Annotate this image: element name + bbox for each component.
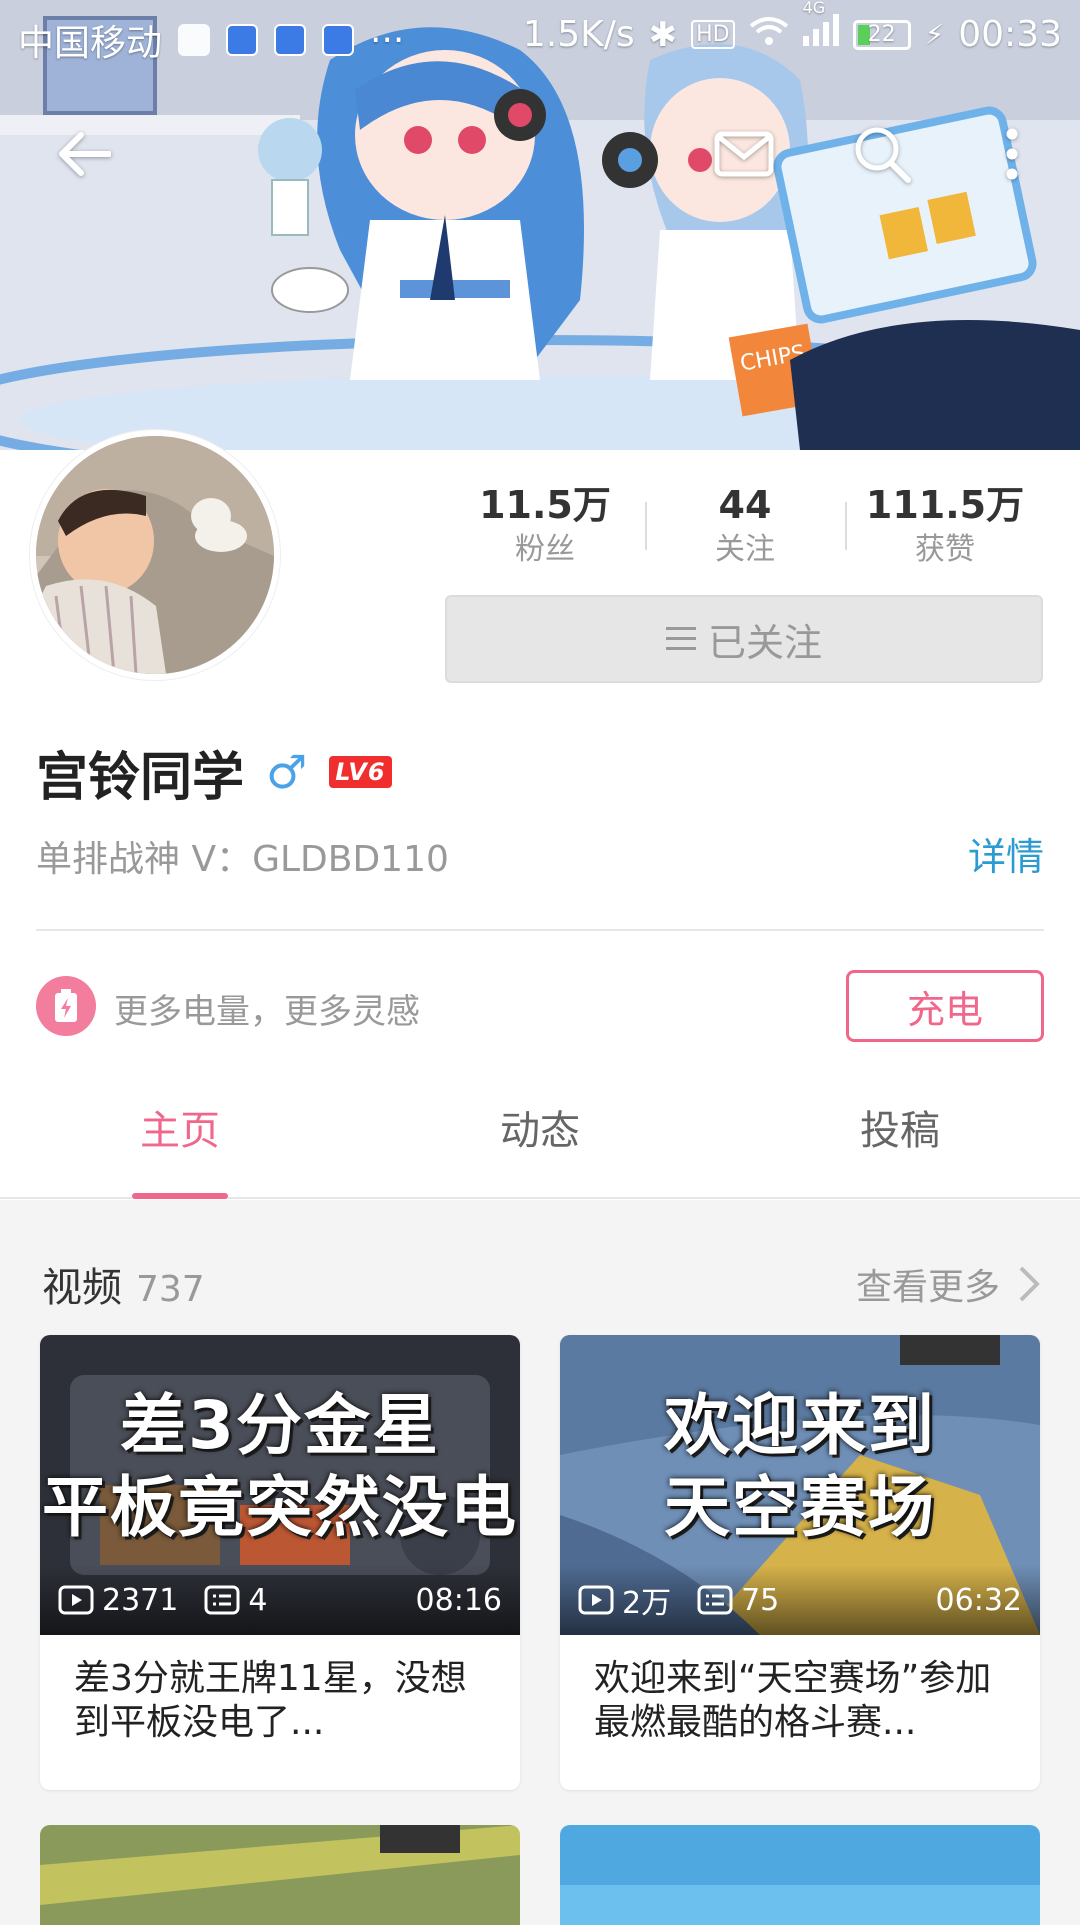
clock: 00:33 xyxy=(958,14,1062,55)
user-signature: 单排战神 V：GLDBD110 xyxy=(36,839,449,880)
charge-row: 更多电量，更多灵感 充电 xyxy=(36,970,1044,1042)
followed-button[interactable]: 已关注 xyxy=(445,595,1043,683)
battery-icon: 22 xyxy=(852,19,911,50)
following-count: 44 xyxy=(718,483,772,527)
profile-tabs: 主页 动态 投稿 xyxy=(0,1072,1080,1199)
thumbnail-caption: 欢迎来到 天空赛场 xyxy=(560,1385,1040,1549)
video-title: 欢迎来到“天空赛场”参加最燃最酷的格斗赛... xyxy=(594,1658,992,1743)
danmaku-count: 4 xyxy=(248,1582,268,1618)
thumbnail-caption-line2: 天空赛场 xyxy=(664,1469,936,1546)
followed-label: 已关注 xyxy=(707,620,822,665)
battery-level: 22 xyxy=(867,22,896,47)
videos-section-header: 视频 737 xyxy=(42,1255,205,1313)
menu-lines-icon xyxy=(665,627,696,650)
thumbnail-caption-line2: 平板竟突然没电 xyxy=(42,1469,518,1546)
mail-icon xyxy=(714,131,774,177)
divider xyxy=(36,929,1044,931)
danmaku-icon xyxy=(697,1585,733,1615)
tab-home[interactable]: 主页 xyxy=(0,1072,360,1199)
charge-text: 更多电量，更多灵感 xyxy=(114,992,420,1032)
search-button[interactable] xyxy=(846,118,918,190)
more-notifications-icon: ··· xyxy=(370,19,405,61)
more-options-button[interactable] xyxy=(976,118,1048,190)
avatar-photo xyxy=(36,436,274,674)
view-more-link[interactable]: 查看更多 xyxy=(856,1258,1040,1310)
play-count-icon xyxy=(578,1585,614,1615)
videos-title: 视频 xyxy=(42,1265,122,1311)
videos-count: 737 xyxy=(136,1269,205,1310)
video-duration: 06:32 xyxy=(935,1582,1022,1618)
thumbnail-caption: 差3分金星 平板竟突然没电 xyxy=(40,1385,520,1549)
followers-label: 粉丝 xyxy=(515,532,575,567)
message-button[interactable] xyxy=(708,118,780,190)
play-count-icon xyxy=(58,1585,94,1615)
battery-charge-icon xyxy=(36,976,96,1036)
view-more-label: 查看更多 xyxy=(855,1267,1000,1308)
more-vertical-icon xyxy=(1006,128,1018,180)
video-card-partial[interactable] xyxy=(560,1825,1040,1925)
likes-stat[interactable]: 111.5万 获赞 xyxy=(845,480,1045,580)
detail-link[interactable]: 详情 xyxy=(968,826,1044,881)
likes-label: 获赞 xyxy=(915,532,975,567)
app-notification-icon xyxy=(226,24,259,56)
bluetooth-icon: ✱ xyxy=(648,14,678,55)
danmaku-icon xyxy=(204,1585,240,1615)
followers-count: 11.5万 xyxy=(479,483,611,527)
danmaku-count: 75 xyxy=(741,1582,780,1618)
profile-banner: CHIPS 中国移动 ··· 1.5K/s ✱ HD 4G 22 ⚡ 00:33 xyxy=(0,0,1080,450)
video-card-partial[interactable] xyxy=(40,1825,520,1925)
profile-section: 11.5万 粉丝 44 关注 111.5万 获赞 已关注 宫铃同学 ♂ LV6 … xyxy=(0,430,1080,1200)
video-thumbnail: 差3分金星 平板竟突然没电 2371 4 08:16 xyxy=(40,1335,520,1635)
username: 宫铃同学 xyxy=(36,747,245,808)
tab-dynamics[interactable]: 动态 xyxy=(360,1072,720,1197)
play-count: 2万 xyxy=(622,1586,672,1621)
signal-icon: 4G xyxy=(802,0,839,55)
charge-button[interactable]: 充电 xyxy=(846,970,1044,1042)
hd-icon: HD xyxy=(691,20,735,49)
video-title: 差3分就王牌11星，没想到平板没电了... xyxy=(74,1658,467,1743)
name-row: 宫铃同学 ♂ LV6 xyxy=(36,732,392,812)
play-count: 2371 xyxy=(102,1582,179,1618)
thumbnail-caption-line1: 差3分金星 xyxy=(120,1387,440,1464)
top-nav xyxy=(0,118,1080,190)
video-card[interactable]: 差3分金星 平板竟突然没电 2371 4 08:16 差3分就王牌11星，没想到… xyxy=(40,1335,520,1790)
status-bar: 中国移动 ··· 1.5K/s ✱ HD 4G 22 ⚡ 00:33 xyxy=(0,0,1080,74)
followers-stat[interactable]: 11.5万 粉丝 xyxy=(445,480,645,580)
chevron-right-icon xyxy=(1019,1266,1040,1302)
following-stat[interactable]: 44 关注 xyxy=(645,480,845,580)
video-thumbnail: 欢迎来到 天空赛场 2万 75 06:32 xyxy=(560,1335,1040,1635)
video-meta-bar: 2371 4 08:16 xyxy=(40,1565,520,1635)
wifi-icon xyxy=(749,14,789,55)
tab-submissions[interactable]: 投稿 xyxy=(720,1072,1080,1197)
carrier-label: 中国移动 xyxy=(18,23,163,64)
charging-icon: ⚡ xyxy=(924,18,945,51)
male-gender-icon: ♂ xyxy=(266,745,308,799)
avatar[interactable] xyxy=(30,430,280,680)
back-arrow-icon xyxy=(59,132,111,176)
following-label: 关注 xyxy=(715,532,775,567)
likes-count: 111.5万 xyxy=(865,483,1025,527)
thumbnail-caption-line1: 欢迎来到 xyxy=(664,1387,936,1464)
video-card[interactable]: 欢迎来到 天空赛场 2万 75 06:32 欢迎来到“天空赛场”参加最燃最酷的格… xyxy=(560,1335,1040,1790)
search-icon xyxy=(855,127,911,183)
app-notification-icon xyxy=(274,24,307,56)
level-badge: LV6 xyxy=(329,756,392,788)
video-thumbnail xyxy=(40,1825,520,1925)
video-meta-bar: 2万 75 06:32 xyxy=(560,1565,1040,1635)
back-button[interactable] xyxy=(48,118,120,190)
video-duration: 08:16 xyxy=(415,1582,502,1618)
video-thumbnail xyxy=(560,1825,1040,1925)
app-notification-icon xyxy=(322,24,355,56)
gallery-notification-icon xyxy=(178,24,211,56)
network-speed: 1.5K/s xyxy=(522,14,635,55)
stats-row: 11.5万 粉丝 44 关注 111.5万 获赞 xyxy=(445,480,1045,580)
network-type: 4G xyxy=(802,0,826,17)
